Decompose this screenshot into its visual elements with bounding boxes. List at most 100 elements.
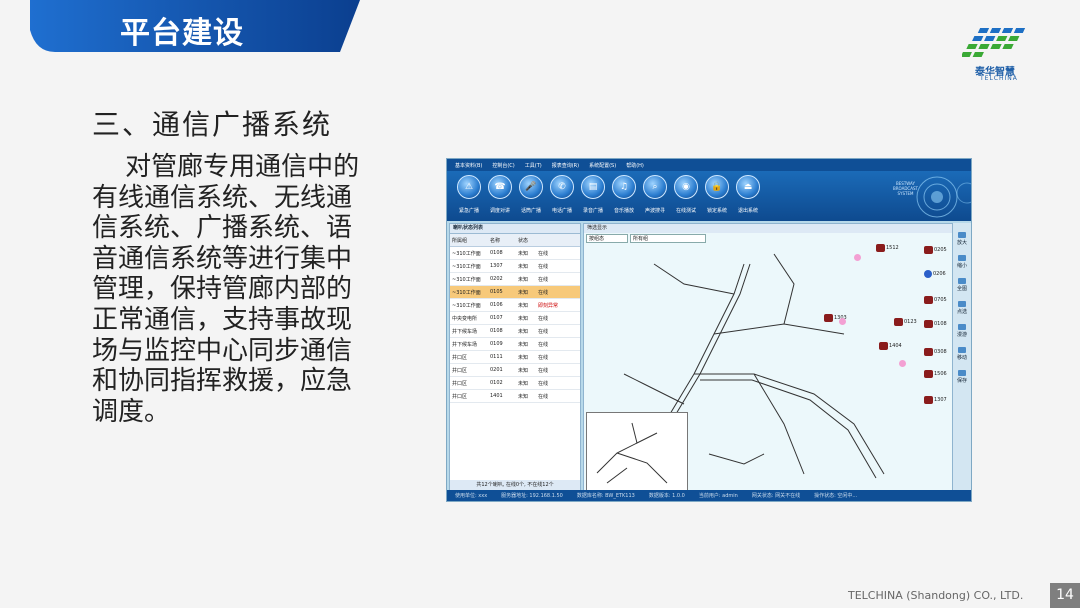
map-tools-sidebar: 放大缩小全图点选漫游移动保存 [953, 223, 971, 491]
table-cell: 未知 [518, 328, 529, 335]
table-row[interactable]: ~310工作面 0106 未知 即刻异常 [450, 299, 580, 312]
table-row[interactable]: 中央变电所 0107 未知 在线 [450, 312, 580, 325]
map-tool-button[interactable]: 移动 [953, 347, 971, 361]
speaker-marker[interactable]: 0123 [894, 318, 917, 326]
speaker-icon [894, 318, 903, 326]
speaker-marker[interactable]: 1506 [924, 370, 947, 378]
app-brand: BESTWAY BROADCAST SYSTEM [817, 173, 971, 221]
table-cell: 未知 [518, 315, 529, 322]
map-tool-icon [958, 324, 966, 330]
lock-icon: 🔒 [705, 175, 729, 199]
table-cell: 在线 [538, 341, 549, 348]
speaker-icon [879, 342, 888, 350]
toolbar-label: 退出系统 [737, 208, 758, 214]
search-icon: ⌕ [643, 175, 667, 199]
status-item: 数据版本: 1.0.0 [648, 493, 685, 499]
map-tool-button[interactable]: 保存 [953, 370, 971, 384]
column-header: 状态 [518, 237, 529, 244]
toolbar-button[interactable]: ⌕ 声波搜寻 [639, 175, 671, 214]
broadcast-app-screenshot: 基本资料(B) 控制台(C) 工具(T) 报表查询(R) 系统配置(S) 帮助(H) ⚠ 紧… [446, 158, 972, 502]
panel-columns: 所属组 名称 状态 [450, 234, 580, 247]
toolbar-button[interactable]: ◉ 在线测试 [670, 175, 702, 214]
speaker-id: 0205 [934, 247, 947, 253]
table-row[interactable]: ~310工作面 0105 未知 在线 [450, 286, 580, 299]
table-row[interactable]: 井口区 0201 未知 在线 [450, 364, 580, 377]
table-cell: 在线 [538, 276, 549, 283]
map-tool-button[interactable]: 漫游 [953, 324, 971, 338]
menu-item[interactable]: 基本资料(B) [455, 162, 482, 169]
app-menubar: 基本资料(B) 控制台(C) 工具(T) 报表查询(R) 系统配置(S) 帮助(H) [447, 159, 971, 171]
body-paragraph: 对管廊专用通信中的有线通信系统、无线通信系统、广播系统、语音通信系统等进行集中管… [92, 152, 367, 427]
toolbar-button[interactable]: ⏏ 退出系统 [732, 175, 764, 214]
speaker-marker[interactable]: 0705 [924, 296, 947, 304]
table-cell: 未知 [518, 276, 529, 283]
toolbar-button[interactable]: ▤ 录音广播 [577, 175, 609, 214]
table-row[interactable]: ~310工作面 0108 未知 在线 [450, 247, 580, 260]
speaker-marker[interactable]: 0206 [924, 270, 946, 278]
speaker-marker[interactable]: 1307 [924, 396, 947, 404]
menu-item[interactable]: 系统配置(S) [589, 162, 616, 169]
table-cell: 0111 [490, 354, 503, 360]
status-item: 使用单位: xxx [455, 493, 488, 499]
panel-rows: ~310工作面 0108 未知 在线 ~310工作面 1307 未知 在线 ~310工作面 020… [450, 247, 580, 403]
table-row[interactable]: 井口区 0102 未知 在线 [450, 377, 580, 390]
app-statusbar: 使用单位: xxx 服务器地址: 192.168.1.50 数据库名称: BW_ET… [447, 490, 971, 501]
toolbar-label: 音乐播放 [613, 208, 634, 214]
speaker-marker[interactable]: 1512 [876, 244, 899, 252]
toolbar-label: 在线测试 [675, 208, 696, 214]
map-tool-icon [958, 255, 966, 261]
table-row[interactable]: 井下候车场 0109 未知 在线 [450, 338, 580, 351]
table-cell: 未知 [518, 302, 529, 309]
section-title: 三、通信广播系统 [92, 108, 333, 141]
table-cell: ~310工作面 [452, 276, 481, 283]
toolbar-button[interactable]: ♫ 音乐播放 [608, 175, 640, 214]
table-row[interactable]: 井口区 1401 未知 在线 [450, 390, 580, 403]
menu-item[interactable]: 控制台(C) [492, 162, 514, 169]
speaker-icon [924, 270, 932, 278]
table-cell: 在线 [538, 315, 549, 322]
table-cell: 0102 [490, 380, 503, 386]
speaker-id: 1506 [934, 371, 947, 377]
map-tool-button[interactable]: 放大 [953, 232, 971, 246]
menu-item[interactable]: 帮助(H) [626, 162, 644, 169]
minimap-drawing [596, 422, 668, 484]
table-cell: 未知 [518, 250, 529, 257]
table-cell: 0106 [490, 302, 503, 308]
table-row[interactable]: ~310工作面 1307 未知 在线 [450, 260, 580, 273]
menu-item[interactable]: 报表查询(R) [552, 162, 579, 169]
map-tool-button[interactable]: 点选 [953, 301, 971, 315]
table-cell: 在线 [538, 289, 549, 296]
map-tool-button[interactable]: 全图 [953, 278, 971, 292]
phone-icon: ✆ [550, 175, 574, 199]
table-cell: 0109 [490, 341, 503, 347]
toolbar-label: 调度对讲 [489, 208, 510, 214]
speaker-marker[interactable]: 0308 [924, 348, 947, 356]
column-header: 名称 [490, 237, 501, 244]
toolbar-button[interactable]: ⚠ 紧急广播 [453, 175, 485, 214]
panel-status: 共12个喇叭, 在线0个, 不在线12个 [450, 480, 580, 490]
toolbar-button[interactable]: 🎤 话筒广播 [515, 175, 547, 214]
table-cell: 0202 [490, 276, 503, 282]
speaker-marker[interactable]: 1404 [879, 342, 902, 350]
speaker-id: 0123 [904, 319, 917, 325]
toolbar-button[interactable]: ✆ 电话广播 [546, 175, 578, 214]
map-tool-button[interactable]: 缩小 [953, 255, 971, 269]
table-row[interactable]: 井口区 0111 未知 在线 [450, 351, 580, 364]
speaker-marker[interactable]: 0108 [924, 320, 947, 328]
map-view[interactable]: 筛选显示 按组态 所有组 1512 0205 0206 0705 0123 01… [583, 223, 953, 492]
table-cell: 井口区 [452, 367, 468, 374]
toolbar-button[interactable]: 🔒 锁定系统 [701, 175, 733, 214]
speaker-icon [924, 246, 933, 254]
speaker-marker[interactable]: 0205 [924, 246, 947, 254]
toolbar-button[interactable]: ☎ 调度对讲 [484, 175, 516, 214]
record-icon: ▤ [581, 175, 605, 199]
toolbar-label: 紧急广播 [458, 208, 479, 214]
map-tool-label: 漫游 [956, 332, 967, 338]
table-cell: 0105 [490, 289, 503, 295]
overview-minimap[interactable] [586, 412, 688, 492]
intercom-icon: ☎ [488, 175, 512, 199]
table-row[interactable]: ~310工作面 0202 未知 在线 [450, 273, 580, 286]
table-cell: 0108 [490, 250, 503, 256]
table-row[interactable]: 井下候车场 0108 未知 在线 [450, 325, 580, 338]
menu-item[interactable]: 工具(T) [525, 162, 542, 169]
